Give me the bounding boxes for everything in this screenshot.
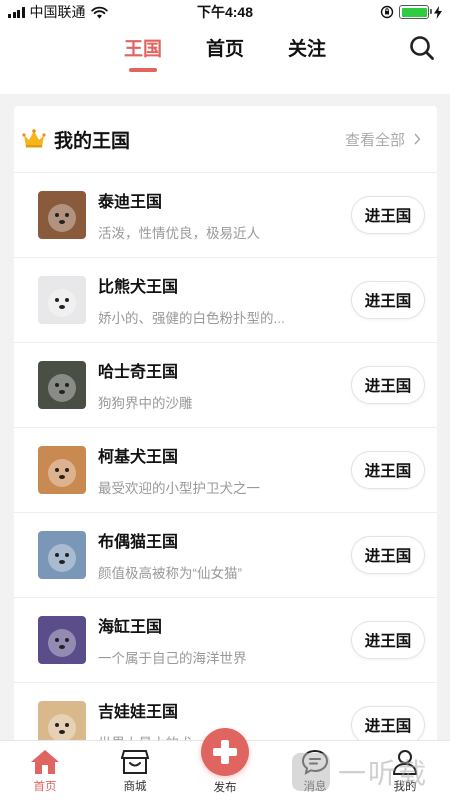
tabbar-home-label: 首页 xyxy=(33,781,57,793)
publish-label: 发布 xyxy=(213,782,237,794)
view-all-label: 查看全部 xyxy=(344,131,405,149)
kingdom-list: 泰迪王国 活泼，性情优良，极易近人 进王国 比熊犬王国 娇小的、强健的白色粉扑型… xyxy=(14,172,437,767)
signal-icon xyxy=(8,6,25,18)
kingdom-name: 哈士奇王国 xyxy=(98,364,179,381)
carrier-label: 中国联通 xyxy=(29,4,86,20)
list-item[interactable]: 泰迪王国 活泼，性情优良，极易近人 进王国 xyxy=(14,172,437,257)
kingdom-text: 柯基犬王国 最受欢迎的小型护卫犬之一 xyxy=(98,443,351,497)
kingdom-desc: 一个属于自己的海洋世界 xyxy=(98,651,247,666)
enter-kingdom-button[interactable]: 进王国 xyxy=(351,196,425,234)
message-icon xyxy=(301,749,329,775)
list-item[interactable]: 柯基犬王国 最受欢迎的小型护卫犬之一 进王国 xyxy=(14,427,437,512)
tab-home-label: 首页 xyxy=(205,39,244,60)
plus-icon xyxy=(213,740,237,764)
kingdom-thumbnail xyxy=(38,531,86,579)
enter-kingdom-button[interactable]: 进王国 xyxy=(351,706,425,744)
tabbar-messages[interactable]: 消息 xyxy=(285,741,345,800)
enter-kingdom-button[interactable]: 进王国 xyxy=(351,451,425,489)
status-bar: 中国联通 下午4:48 xyxy=(0,0,450,24)
tabbar-mine-label: 我的 xyxy=(393,781,417,793)
card-header: 我的王国 查看全部 xyxy=(14,106,437,172)
shop-icon xyxy=(121,750,149,774)
kingdom-name: 海缸王国 xyxy=(98,619,163,636)
list-item[interactable]: 哈士奇王国 狗狗界中的沙雕 进王国 xyxy=(14,342,437,427)
list-item[interactable]: 海缸王国 一个属于自己的海洋世界 进王国 xyxy=(14,597,437,682)
kingdom-text: 海缸王国 一个属于自己的海洋世界 xyxy=(98,613,351,667)
kingdom-thumbnail xyxy=(38,276,86,324)
enter-kingdom-button[interactable]: 进王国 xyxy=(351,281,425,319)
enter-kingdom-button[interactable]: 进王国 xyxy=(351,621,425,659)
kingdom-text: 泰迪王国 活泼，性情优良，极易近人 xyxy=(98,188,351,242)
top-nav: 王国 首页 关注 xyxy=(0,24,450,94)
chevron-right-icon xyxy=(414,133,421,145)
orientation-lock-icon xyxy=(380,5,394,19)
kingdom-thumbnail xyxy=(38,446,86,494)
kingdom-text: 哈士奇王国 狗狗界中的沙雕 xyxy=(98,358,351,412)
list-item[interactable]: 布偶猫王国 颜值极高被称为“仙女猫” 进王国 xyxy=(14,512,437,597)
user-icon xyxy=(392,750,418,775)
list-item[interactable]: 比熊犬王国 娇小的、强健的白色粉扑型的... 进王国 xyxy=(14,257,437,342)
kingdom-text: 比熊犬王国 娇小的、强健的白色粉扑型的... xyxy=(98,273,351,327)
section-title: 我的王国 xyxy=(54,130,131,152)
kingdom-desc: 活泼，性情优良，极易近人 xyxy=(98,226,260,241)
kingdom-thumbnail xyxy=(38,191,86,239)
kingdom-thumbnail xyxy=(38,616,86,664)
view-all-link[interactable]: 查看全部 xyxy=(345,129,429,150)
search-button[interactable] xyxy=(408,34,436,62)
status-right xyxy=(380,5,442,19)
kingdom-desc: 狗狗界中的沙雕 xyxy=(98,396,193,411)
nav-tabs: 王国 首页 关注 xyxy=(0,34,450,72)
kingdom-name: 布偶猫王国 xyxy=(98,534,179,551)
kingdom-desc: 颜值极高被称为“仙女猫” xyxy=(98,566,242,581)
my-kingdoms-card: 我的王国 查看全部 泰迪王国 活泼，性情优良，极易近人 进王国 比熊犬王国 娇小… xyxy=(14,106,437,800)
kingdom-name: 泰迪王国 xyxy=(98,194,163,211)
battery-icon xyxy=(399,5,432,19)
kingdom-name: 柯基犬王国 xyxy=(98,449,179,466)
kingdom-desc: 娇小的、强健的白色粉扑型的... xyxy=(98,311,285,326)
enter-kingdom-button[interactable]: 进王国 xyxy=(351,366,425,404)
tab-follow-label: 关注 xyxy=(287,39,326,60)
active-tab-indicator xyxy=(129,68,157,72)
search-icon xyxy=(410,36,434,60)
tabbar-shop-label: 商城 xyxy=(123,781,147,793)
tabbar-mine[interactable]: 我的 xyxy=(375,741,435,800)
kingdom-thumbnail xyxy=(38,361,86,409)
kingdom-desc: 最受欢迎的小型护卫犬之一 xyxy=(98,481,260,496)
kingdom-text: 布偶猫王国 颜值极高被称为“仙女猫” xyxy=(98,528,351,582)
tab-home[interactable]: 首页 xyxy=(184,34,266,61)
tabbar-shop[interactable]: 商城 xyxy=(105,741,165,800)
crown-icon xyxy=(22,129,46,148)
status-left: 中国联通 xyxy=(8,2,108,22)
charging-bolt-icon xyxy=(434,5,442,19)
bottom-tab-bar: 首页 商城 发布 消息 我的 xyxy=(0,728,450,800)
home-icon xyxy=(31,750,59,774)
tab-follow[interactable]: 关注 xyxy=(266,34,348,61)
kingdom-name: 比熊犬王国 xyxy=(98,279,179,296)
kingdom-name: 吉娃娃王国 xyxy=(98,704,179,721)
tab-kingdom-label: 王国 xyxy=(123,39,162,60)
publish-button[interactable] xyxy=(201,728,249,776)
tabbar-home[interactable]: 首页 xyxy=(15,741,75,800)
wifi-icon xyxy=(90,6,108,18)
tab-kingdom[interactable]: 王国 xyxy=(102,34,184,72)
tabbar-messages-label: 消息 xyxy=(303,781,327,793)
enter-kingdom-button[interactable]: 进王国 xyxy=(351,536,425,574)
